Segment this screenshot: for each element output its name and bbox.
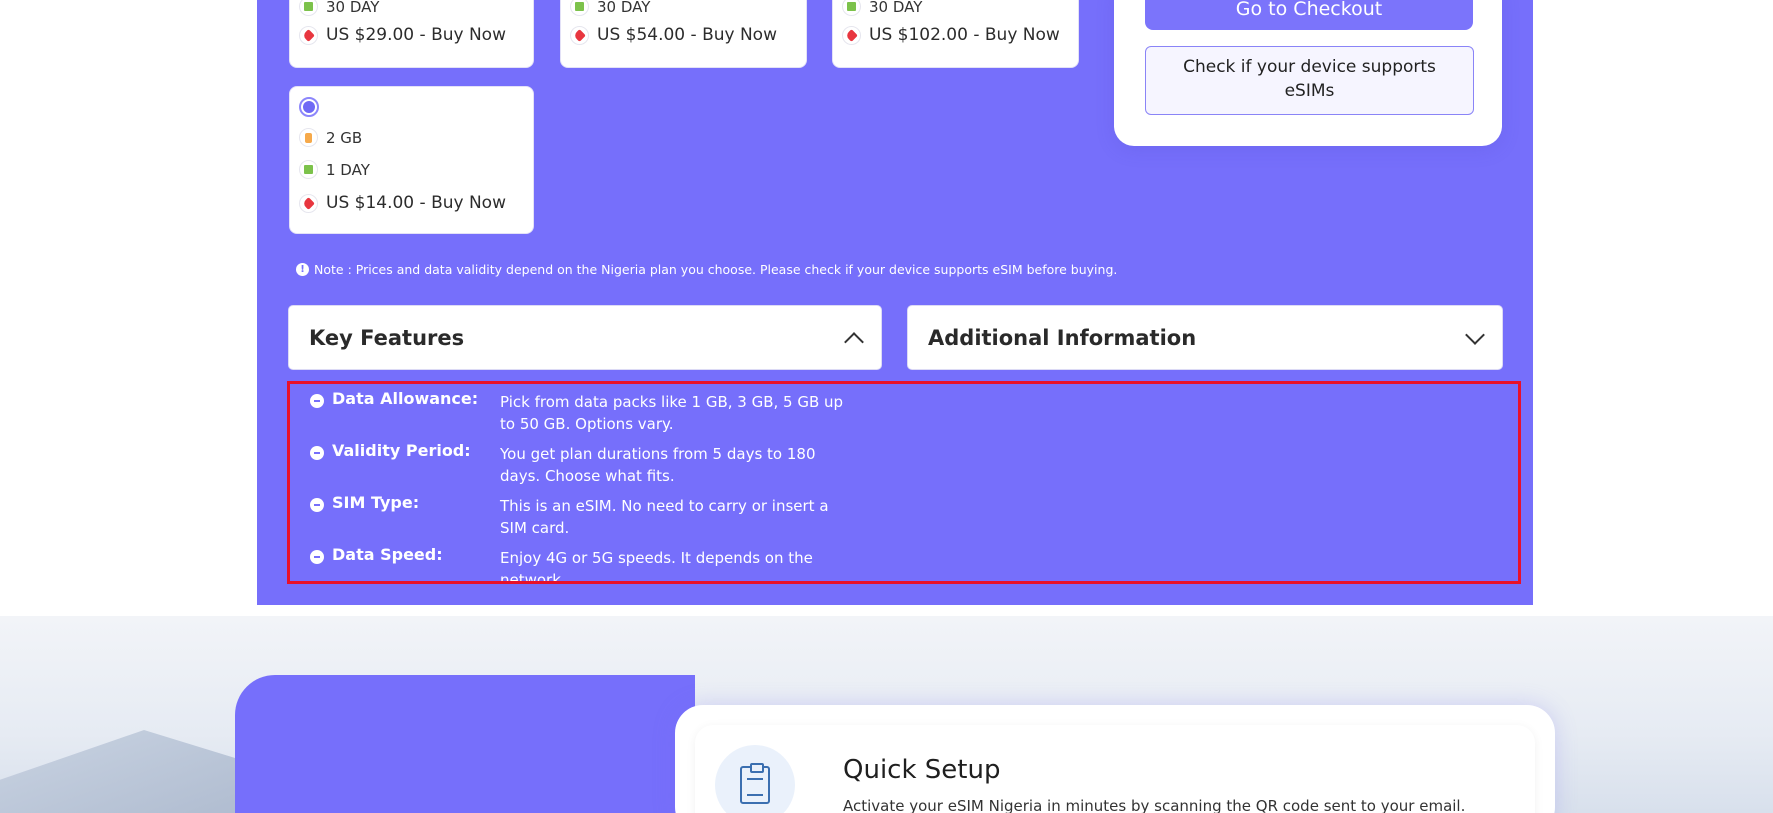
feature-name: SIM Type:: [332, 493, 420, 512]
calendar-icon: [570, 0, 589, 16]
arrow-circle-icon: [310, 394, 324, 408]
plan-price-row[interactable]: US $14.00 - Buy Now: [299, 193, 506, 213]
feature-desc: You get plan durations from 5 days to 18…: [500, 445, 816, 485]
calendar-icon: [842, 0, 861, 16]
arrow-circle-icon: [310, 446, 324, 460]
plan-price[interactable]: US $29.00 - Buy Now: [326, 25, 506, 45]
plan-validity: 1 DAY: [326, 160, 370, 179]
price-tag-icon: [299, 193, 318, 213]
plan-card[interactable]: 30 DAY US $54.00 - Buy Now: [560, 0, 807, 68]
check-device-button[interactable]: Check if your device supports eSIMs: [1145, 46, 1474, 115]
price-tag-icon: [842, 25, 861, 45]
plan-price[interactable]: US $14.00 - Buy Now: [326, 193, 506, 213]
plan-validity-row: 1 DAY: [299, 160, 370, 179]
plan-radio[interactable]: [299, 97, 319, 117]
quick-setup-title: Quick Setup: [843, 755, 1001, 785]
key-features-accordion[interactable]: Key Features: [288, 305, 882, 370]
plan-validity-row: 30 DAY: [842, 0, 922, 16]
go-to-checkout-button[interactable]: Go to Checkout: [1145, 0, 1473, 30]
plan-card[interactable]: 30 DAY US $102.00 - Buy Now: [832, 0, 1079, 68]
feature-name: Data Speed:: [332, 545, 443, 564]
plan-price[interactable]: US $102.00 - Buy Now: [869, 25, 1060, 45]
data-icon: [299, 128, 318, 147]
plan-data: 2 GB: [326, 128, 363, 147]
plan-data-row: 2 GB: [299, 128, 362, 147]
plan-price[interactable]: US $54.00 - Buy Now: [597, 25, 777, 45]
chevron-down-icon[interactable]: [1465, 324, 1485, 345]
price-tag-icon: [570, 25, 589, 45]
quick-setup-card: Quick Setup Activate your eSIM Nigeria i…: [675, 705, 1555, 813]
additional-info-accordion[interactable]: Additional Information: [907, 305, 1503, 370]
plan-validity: 30 DAY: [326, 0, 380, 16]
checkout-card: Go to Checkout Check if your device supp…: [1114, 0, 1502, 146]
feature-desc: Enjoy 4G or 5G speeds. It depends on the…: [500, 549, 813, 584]
feature-desc: Pick from data packs like 1 GB, 3 GB, 5 …: [500, 393, 844, 433]
feature-desc: This is an eSIM. No need to carry or ins…: [500, 497, 829, 537]
price-tag-icon: [299, 25, 318, 45]
quick-setup-inner: Quick Setup Activate your eSIM Nigeria i…: [695, 725, 1535, 813]
quick-setup-desc: Activate your eSIM Nigeria in minutes by…: [843, 797, 1466, 813]
plan-validity: 30 DAY: [869, 0, 923, 16]
plan-validity-row: 30 DAY: [570, 0, 650, 16]
plan-card[interactable]: 30 DAY US $29.00 - Buy Now: [289, 0, 534, 68]
key-features-title: Key Features: [309, 325, 465, 350]
clipboard-icon: [715, 745, 795, 813]
calendar-icon: [299, 0, 318, 16]
arrow-circle-icon: [310, 498, 324, 512]
plan-validity-row: 30 DAY: [299, 0, 379, 16]
additional-info-title: Additional Information: [928, 325, 1197, 350]
purple-block: [235, 675, 695, 813]
plan-card-selected[interactable]: 2 GB 1 DAY US $14.00 - Buy Now: [289, 86, 534, 234]
plan-price-row[interactable]: US $102.00 - Buy Now: [842, 25, 1060, 45]
feature-name: Data Allowance:: [332, 389, 479, 408]
key-features-list: Data Allowance: Pick from data packs lik…: [287, 381, 1521, 584]
plan-price-row[interactable]: US $29.00 - Buy Now: [299, 25, 506, 45]
calendar-icon: [299, 160, 318, 179]
note-text: Note : Prices and data validity depend o…: [314, 262, 1118, 277]
plan-note: ! Note : Prices and data validity depend…: [296, 262, 1117, 277]
chevron-up-icon[interactable]: [844, 331, 864, 352]
plan-validity: 30 DAY: [597, 0, 651, 16]
plan-price-row[interactable]: US $54.00 - Buy Now: [570, 25, 777, 45]
feature-name: Validity Period:: [332, 441, 471, 460]
info-icon: !: [296, 263, 309, 276]
arrow-circle-icon: [310, 550, 324, 564]
